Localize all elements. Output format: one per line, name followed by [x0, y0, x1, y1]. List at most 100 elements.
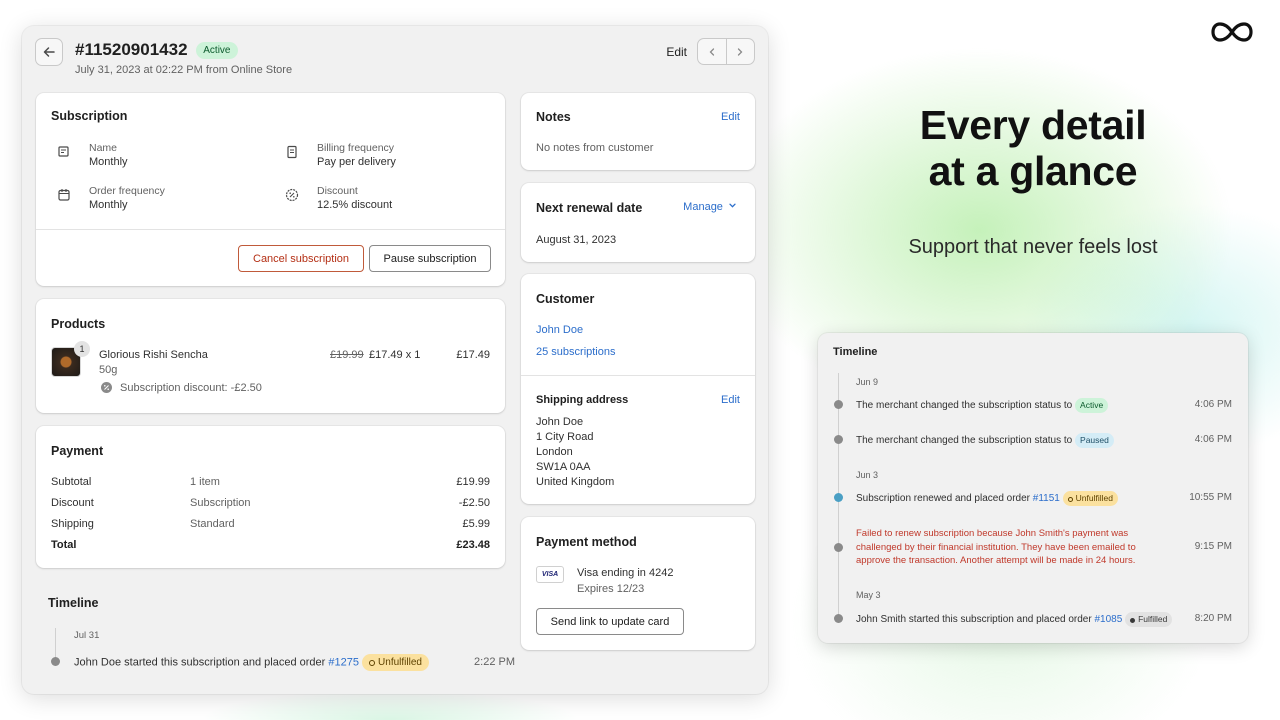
badge-label: Fulfilled: [1138, 614, 1168, 624]
error-line: approve the transaction. Another attempt…: [856, 555, 1136, 566]
divider: [36, 229, 505, 230]
cancel-subscription-button[interactable]: Cancel subscription: [238, 245, 364, 272]
infinity-logo-icon: [1211, 22, 1253, 42]
products-title: Products: [51, 317, 106, 331]
address-line: London: [536, 446, 573, 458]
payment-title: Payment: [51, 444, 104, 458]
event-time: 8:20 PM: [1194, 613, 1232, 624]
notes-edit-button[interactable]: Edit: [721, 111, 740, 123]
discount-row-amount: -£2.50: [458, 497, 490, 509]
event-time: 4:06 PM: [1194, 399, 1232, 410]
order-frequency: Order frequency Monthly: [56, 184, 165, 213]
timeline-dot: [834, 400, 843, 409]
subtotal-detail: 1 item: [190, 476, 220, 488]
product-variant: 50g: [99, 364, 118, 376]
active-badge: Active: [1075, 398, 1109, 413]
total-label: Total: [51, 539, 77, 551]
back-button[interactable]: [35, 38, 63, 66]
product-price-quantity: £17.49 x 1: [369, 349, 421, 361]
name-label: Name: [89, 142, 118, 154]
hero-title-line: Every detail: [919, 102, 1147, 148]
pause-subscription-button[interactable]: Pause subscription: [369, 245, 491, 272]
chevron-right-icon: [738, 47, 743, 56]
shipping-detail: Standard: [190, 518, 235, 530]
timeline-event: The merchant changed the subscription st…: [856, 433, 1114, 448]
event-time: 10:55 PM: [1189, 492, 1232, 503]
order-link[interactable]: #1085: [1094, 614, 1122, 625]
timeline-date: Jul 31: [74, 630, 100, 641]
order-frequency-label: Order frequency: [89, 185, 165, 197]
background-glow: [200, 690, 580, 720]
edit-button[interactable]: Edit: [666, 45, 687, 59]
address-line: 1 City Road: [536, 431, 594, 443]
tag-icon: [58, 146, 69, 157]
send-link-button[interactable]: Send link to update card: [536, 608, 684, 635]
subtotal-amount: £19.99: [456, 476, 490, 488]
timeline-dot: [834, 614, 843, 623]
discount-value: 12.5% discount: [317, 199, 393, 211]
order-link[interactable]: #1151: [1033, 493, 1060, 504]
page-title: #11520901432 Active: [75, 40, 238, 60]
error-line: Failed to renew subscription because Joh…: [856, 528, 1129, 539]
visa-card-icon: VISA: [536, 566, 564, 583]
order-link[interactable]: #1275: [328, 656, 359, 668]
customer-subscriptions-link[interactable]: 25 subscriptions: [536, 346, 616, 358]
next-button[interactable]: [727, 39, 755, 64]
status-dot-icon: [1130, 618, 1136, 623]
hero-subtitle: Support that never feels lost: [908, 236, 1158, 258]
card-expiry: Expires 12/23: [577, 583, 645, 595]
discount-icon: [285, 188, 299, 202]
order-subtitle: July 31, 2023 at 02:22 PM from Online St…: [75, 64, 293, 76]
subscription-detail-window: #11520901432 Active July 31, 2023 at 02:…: [22, 26, 768, 694]
shipping-edit-button[interactable]: Edit: [721, 394, 740, 406]
notes-card: Notes Edit No notes from customer: [521, 93, 755, 170]
discount-row-detail: Subscription: [190, 497, 251, 509]
event-time: 9:15 PM: [1194, 541, 1232, 552]
product-name: Glorious Rishi Sencha: [99, 349, 208, 361]
renewal-date: August 31, 2023: [536, 234, 617, 246]
calendar-icon: [58, 189, 70, 201]
paused-badge: Paused: [1075, 433, 1114, 448]
event-time: 4:06 PM: [1194, 434, 1232, 445]
timeline-section: Timeline Jul 31 John Doe started this su…: [36, 582, 515, 682]
previous-button[interactable]: [698, 39, 727, 64]
shipping-amount: £5.99: [462, 518, 490, 530]
timeline-card: Timeline Jun 9 The merchant changed the …: [818, 333, 1248, 643]
shipping-address-title: Shipping address: [536, 394, 629, 406]
chevron-left-icon: [709, 47, 714, 56]
renewal-title: Next renewal date: [536, 201, 643, 215]
timeline-dot: [51, 657, 60, 666]
name-value: Monthly: [89, 156, 128, 168]
timeline-event: John Smith started this subscription and…: [856, 612, 1173, 627]
arrow-left-icon: [43, 47, 55, 57]
product-original-price: £19.99: [330, 349, 364, 361]
badge-label: Unfulfilled: [1075, 493, 1113, 503]
timeline-title: Timeline: [48, 596, 99, 610]
discount-icon: [101, 382, 112, 393]
chevron-down-icon: [729, 203, 736, 208]
billing-label: Billing frequency: [317, 142, 395, 154]
subscription-title: Subscription: [51, 109, 128, 123]
notes-text: No notes from customer: [536, 142, 654, 154]
event-text: The merchant changed the subscription st…: [856, 435, 1073, 447]
timeline-dot: [834, 543, 843, 552]
customer-name-link[interactable]: John Doe: [536, 324, 583, 336]
manage-dropdown[interactable]: Manage: [683, 201, 737, 213]
hero-title: Every detail at a glance: [880, 102, 1186, 194]
quantity-badge: 1: [74, 341, 90, 357]
renewal-card: Next renewal date Manage August 31, 2023: [521, 183, 755, 262]
payment-method-title: Payment method: [536, 535, 637, 549]
order-frequency-value: Monthly: [89, 199, 128, 211]
address-line: John Doe: [536, 416, 584, 428]
shipping-address: John Doe 1 City Road London SW1A 0AA Uni…: [536, 415, 614, 490]
receipt-icon: [287, 145, 297, 159]
timeline-dot: [834, 493, 843, 502]
unfulfilled-badge: Unfulfilled: [362, 654, 429, 671]
page-header: #11520901432 Active July 31, 2023 at 02:…: [35, 38, 755, 94]
product-discount-note: Subscription discount: -£2.50: [120, 382, 262, 394]
badge-label: Unfulfilled: [378, 657, 422, 668]
billing-value: Pay per delivery: [317, 156, 396, 168]
divider: [521, 375, 755, 376]
timeline-event: Subscription renewed and placed order #1…: [856, 491, 1118, 506]
manage-label: Manage: [683, 201, 723, 213]
